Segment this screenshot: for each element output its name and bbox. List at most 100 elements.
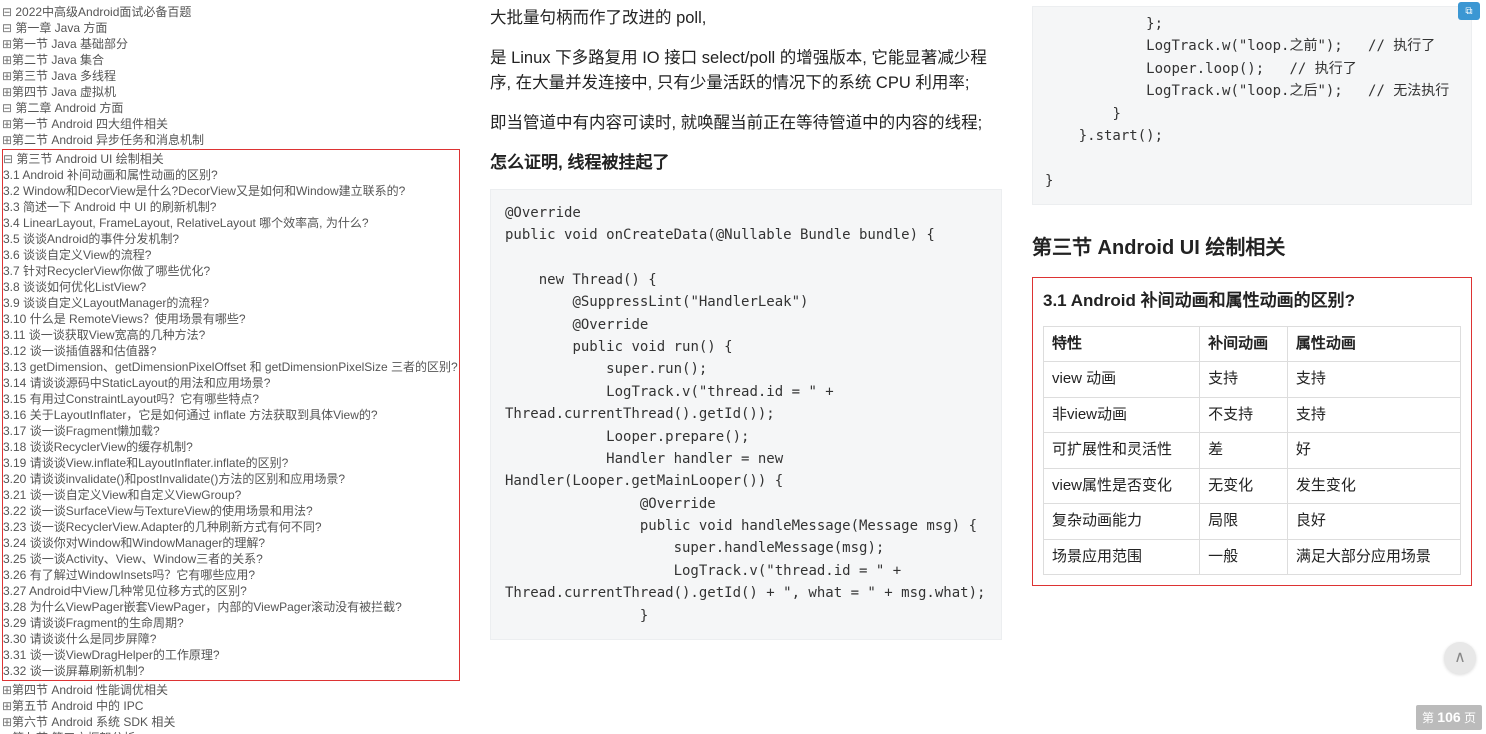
tree-leaf[interactable]: 3.7 针对RecyclerView你做了哪些优化? [3,263,459,279]
table-header: 补间动画 [1200,326,1288,362]
tree-leaf-label[interactable]: 3.11 谈一谈获取View宽高的几种方法? [3,327,205,343]
tree-leaf-label[interactable]: 3.12 谈一谈插值器和估值器? [3,343,156,359]
tree-item[interactable]: ⊞第七节 第三方框架分析 [2,730,460,734]
tree-leaf-label[interactable]: 3.7 针对RecyclerView你做了哪些优化? [3,263,210,279]
tree-leaf-label[interactable]: 3.28 为什么ViewPager嵌套ViewPager，内部的ViewPage… [3,599,402,615]
tree-leaf[interactable]: 3.24 谈谈你对Window和WindowManager的理解? [3,535,459,551]
tree-leaf[interactable]: 3.14 请谈谈源码中StaticLayout的用法和应用场景? [3,375,459,391]
tree-leaf[interactable]: 3.25 谈一谈Activity、View、Window三者的关系? [3,551,459,567]
tree-leaf-label[interactable]: 3.9 谈谈自定义LayoutManager的流程? [3,295,209,311]
tree-leaf[interactable]: 3.9 谈谈自定义LayoutManager的流程? [3,295,459,311]
tree-leaf[interactable]: 3.6 谈谈自定义View的流程? [3,247,459,263]
tree-leaf-label[interactable]: 3.15 有用过ConstraintLayout吗？它有哪些特点? [3,391,259,407]
collapse-icon[interactable]: ⊟ [2,100,12,116]
tree-leaf-label[interactable]: 3.25 谈一谈Activity、View、Window三者的关系? [3,551,263,567]
tree-leaf[interactable]: 3.2 Window和DecorView是什么?DecorView又是如何和Wi… [3,183,459,199]
table-row: 场景应用范围一般满足大部分应用场景 [1044,539,1461,575]
tree-leaf-label[interactable]: 3.4 LinearLayout, FrameLayout, RelativeL… [3,215,369,231]
tree-leaf[interactable]: 3.30 请谈谈什么是同步屏障? [3,631,459,647]
content-column-1: 大批量句柄而作了改进的 poll, 是 Linux 下多路复用 IO 接口 se… [462,0,1020,734]
collapse-icon[interactable]: ⊟ [2,4,12,20]
collapse-icon[interactable]: ⊟ [2,20,12,36]
tree-leaf[interactable]: 3.23 谈一谈RecyclerView.Adapter的几种刷新方式有何不同? [3,519,459,535]
tree-leaf[interactable]: 3.16 关于LayoutInflater，它是如何通过 inflate 方法获… [3,407,459,423]
tree-item[interactable]: ⊞第一节 Android 四大组件相关 [2,116,460,132]
tree-item[interactable]: ⊞第四节 Android 性能调优相关 [2,682,460,698]
tree-leaf-label[interactable]: 3.5 谈谈Android的事件分发机制? [3,231,179,247]
tree-leaf-label[interactable]: 3.29 请谈谈Fragment的生命周期? [3,615,184,631]
expand-icon[interactable]: ⊞ [2,730,12,734]
tree-leaf[interactable]: 3.15 有用过ConstraintLayout吗？它有哪些特点? [3,391,459,407]
tree-leaf-label[interactable]: 3.8 谈谈如何优化ListView? [3,279,146,295]
tree-leaf[interactable]: 3.21 谈一谈自定义View和自定义ViewGroup? [3,487,459,503]
tree-leaf[interactable]: 3.10 什么是 RemoteViews？使用场景有哪些? [3,311,459,327]
expand-icon[interactable]: ⊞ [2,714,12,730]
tree-leaf-label[interactable]: 3.23 谈一谈RecyclerView.Adapter的几种刷新方式有何不同? [3,519,322,535]
tree-item[interactable]: ⊞第五节 Android 中的 IPC [2,698,460,714]
expand-icon[interactable]: ⊞ [2,698,12,714]
tree-leaf[interactable]: 3.31 谈一谈ViewDragHelper的工作原理? [3,647,459,663]
tree-leaf[interactable]: 3.28 为什么ViewPager嵌套ViewPager，内部的ViewPage… [3,599,459,615]
tree-leaf[interactable]: 3.22 谈一谈SurfaceView与TextureView的使用场景和用法? [3,503,459,519]
tree-leaf-label[interactable]: 3.26 有了解过WindowInsets吗？它有哪些应用? [3,567,255,583]
expand-icon[interactable]: ⊞ [2,84,12,100]
tree-leaf-label[interactable]: 3.17 谈一谈Fragment懒加载? [3,423,160,439]
tree-item[interactable]: ⊞第一节 Java 基础部分 [2,36,460,52]
page-mode-icon[interactable]: ⧉ [1458,2,1480,20]
tree-leaf[interactable]: 3.26 有了解过WindowInsets吗？它有哪些应用? [3,567,459,583]
collapse-icon[interactable]: ⊟ [3,151,13,167]
tree-leaf-label[interactable]: 3.1 Android 补间动画和属性动画的区别? [3,167,218,183]
tree-leaf-label[interactable]: 3.21 谈一谈自定义View和自定义ViewGroup? [3,487,241,503]
tree-leaf-label[interactable]: 3.27 Android中View几种常见位移方式的区别? [3,583,247,599]
expand-icon[interactable]: ⊞ [2,116,12,132]
expand-icon[interactable]: ⊞ [2,52,12,68]
tree-leaf-label[interactable]: 3.30 请谈谈什么是同步屏障? [3,631,156,647]
tree-leaf[interactable]: 3.18 谈谈RecyclerView的缓存机制? [3,439,459,455]
tree-leaf[interactable]: 3.19 请谈谈View.inflate和LayoutInflater.infl… [3,455,459,471]
root-label[interactable]: 2022中高级Android面试必备百题 [15,4,191,20]
tree-leaf[interactable]: 3.1 Android 补间动画和属性动画的区别? [3,167,459,183]
tree-leaf[interactable]: 3.5 谈谈Android的事件分发机制? [3,231,459,247]
tree-item[interactable]: ⊞第二节 Java 集合 [2,52,460,68]
tree-item[interactable]: ⊟ 第二章 Android 方面 [2,100,460,116]
tree-leaf-label[interactable]: 3.32 谈一谈屏幕刷新机制? [3,663,144,679]
tree-leaf[interactable]: 3.32 谈一谈屏幕刷新机制? [3,663,459,679]
tree-leaf-label[interactable]: 3.10 什么是 RemoteViews？使用场景有哪些? [3,311,246,327]
tree-leaf[interactable]: 3.4 LinearLayout, FrameLayout, RelativeL… [3,215,459,231]
tree-leaf-label[interactable]: 3.14 请谈谈源码中StaticLayout的用法和应用场景? [3,375,270,391]
tree-leaf-label[interactable]: 3.3 简述一下 Android 中 UI 的刷新机制? [3,199,216,215]
tree-leaf[interactable]: 3.8 谈谈如何优化ListView? [3,279,459,295]
tree-leaf-label[interactable]: 3.22 谈一谈SurfaceView与TextureView的使用场景和用法? [3,503,313,519]
tree-root[interactable]: ⊟ 2022中高级Android面试必备百题 [2,4,460,20]
tree-leaf[interactable]: 3.11 谈一谈获取View宽高的几种方法? [3,327,459,343]
tree-leaf[interactable]: 3.12 谈一谈插值器和估值器? [3,343,459,359]
expand-icon[interactable]: ⊞ [2,682,12,698]
tree-leaf[interactable]: 3.29 请谈谈Fragment的生命周期? [3,615,459,631]
tree-item[interactable]: ⊞第三节 Java 多线程 [2,68,460,84]
tree-leaf-label[interactable]: 3.16 关于LayoutInflater，它是如何通过 inflate 方法获… [3,407,378,423]
scroll-to-top-button[interactable]: ∧ [1444,642,1476,674]
tree-leaf-label[interactable]: 3.24 谈谈你对Window和WindowManager的理解? [3,535,265,551]
tree-item[interactable]: ⊞第六节 Android 系统 SDK 相关 [2,714,460,730]
tree-leaf[interactable]: 3.17 谈一谈Fragment懒加载? [3,423,459,439]
tree-leaf-label[interactable]: 3.6 谈谈自定义View的流程? [3,247,151,263]
tree-leaf-label[interactable]: 3.13 getDimension、getDimensionPixelOffse… [3,359,458,375]
tree-leaf-label[interactable]: 3.19 请谈谈View.inflate和LayoutInflater.infl… [3,455,288,471]
tree-leaf-label[interactable]: 3.2 Window和DecorView是什么?DecorView又是如何和Wi… [3,183,405,199]
tree-item[interactable]: ⊞第二节 Android 异步任务和消息机制 [2,132,460,148]
expand-icon[interactable]: ⊞ [2,36,12,52]
tree-leaf-label[interactable]: 3.18 谈谈RecyclerView的缓存机制? [3,439,193,455]
tree-leaf[interactable]: 3.27 Android中View几种常见位移方式的区别? [3,583,459,599]
expand-icon[interactable]: ⊞ [2,68,12,84]
tree-leaf-label[interactable]: 3.31 谈一谈ViewDragHelper的工作原理? [3,647,220,663]
tree-item[interactable]: ⊟ 第三节 Android UI 绘制相关 [3,151,459,167]
expand-icon[interactable]: ⊞ [2,132,12,148]
tree-item[interactable]: ⊟ 第一章 Java 方面 [2,20,460,36]
table-cell: 非view动画 [1044,397,1200,433]
tree-leaf-label[interactable]: 3.20 请谈谈invalidate()和postInvalidate()方法的… [3,471,345,487]
tree-leaf[interactable]: 3.20 请谈谈invalidate()和postInvalidate()方法的… [3,471,459,487]
table-cell: 支持 [1287,362,1460,398]
tree-leaf[interactable]: 3.13 getDimension、getDimensionPixelOffse… [3,359,459,375]
tree-item[interactable]: ⊞第四节 Java 虚拟机 [2,84,460,100]
tree-leaf[interactable]: 3.3 简述一下 Android 中 UI 的刷新机制? [3,199,459,215]
